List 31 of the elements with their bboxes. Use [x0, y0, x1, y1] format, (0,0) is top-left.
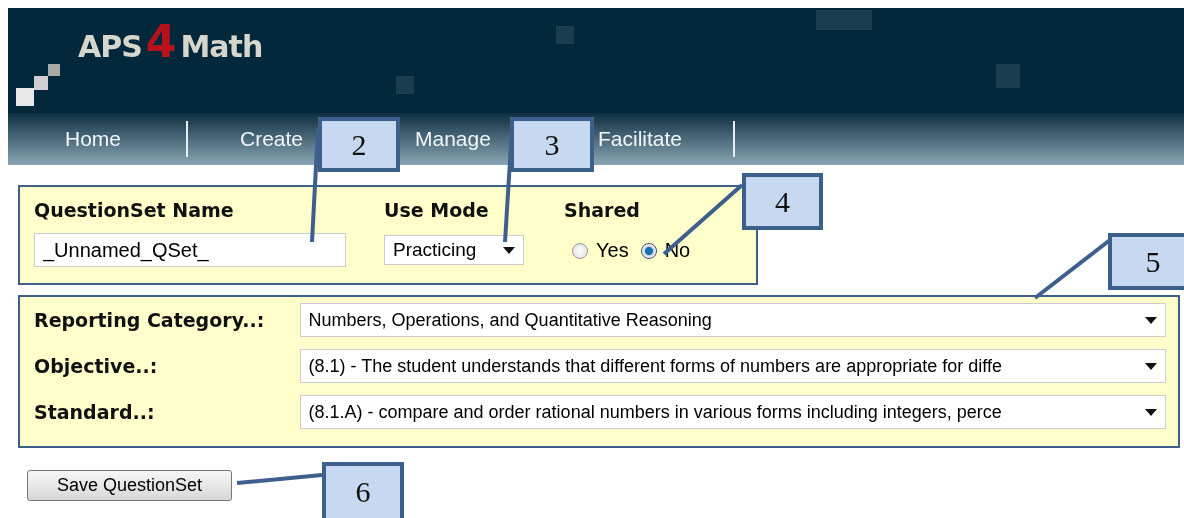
- background-square: [996, 64, 1020, 88]
- use-mode-dropdown[interactable]: Practicing: [384, 235, 524, 265]
- nav-link[interactable]: Manage: [415, 127, 491, 151]
- field-label: Use Mode: [384, 199, 490, 221]
- logo-numeral: 4: [145, 22, 177, 62]
- radio-button[interactable]: [640, 242, 657, 259]
- callout-number: 3: [510, 117, 594, 172]
- field-label: Reporting Category..:: [34, 309, 266, 331]
- background-square: [816, 10, 872, 30]
- callout-number: 6: [322, 462, 404, 518]
- filter-dropdown[interactable]: (8.1) - The student understands that different forms of numbers are appropriate for diffe: [299, 349, 1166, 383]
- radio-label[interactable]: Yes: [596, 239, 629, 262]
- save-button[interactable]: Save QuestionSet: [27, 470, 232, 501]
- logo-text: Math: [180, 29, 263, 64]
- field-label: Standard..:: [34, 401, 156, 423]
- field-label: QuestionSet Name: [34, 199, 235, 221]
- filter-dropdown[interactable]: (8.1.A) - compare and order rational numbers in various forms including integers, perce: [299, 395, 1166, 429]
- callout-number: 4: [742, 173, 823, 230]
- background-square: [396, 76, 414, 94]
- field-label: Shared: [564, 199, 641, 221]
- nav-link[interactable]: Home: [65, 127, 122, 151]
- nav-link[interactable]: Facilitate: [598, 127, 683, 151]
- filter-dropdown[interactable]: Numbers, Operations, and Quantitative Reasoning: [299, 303, 1166, 337]
- logo-text: APS: [78, 29, 142, 64]
- callout-number: 2: [318, 117, 400, 172]
- background-square: [556, 26, 574, 44]
- callout-number: 5: [1108, 233, 1184, 290]
- name-input-field[interactable]: _Unnamed_QSet_: [34, 233, 346, 267]
- nav-link[interactable]: Create: [240, 127, 304, 151]
- radio-button[interactable]: [572, 242, 588, 259]
- field-label: Objective..:: [34, 355, 159, 377]
